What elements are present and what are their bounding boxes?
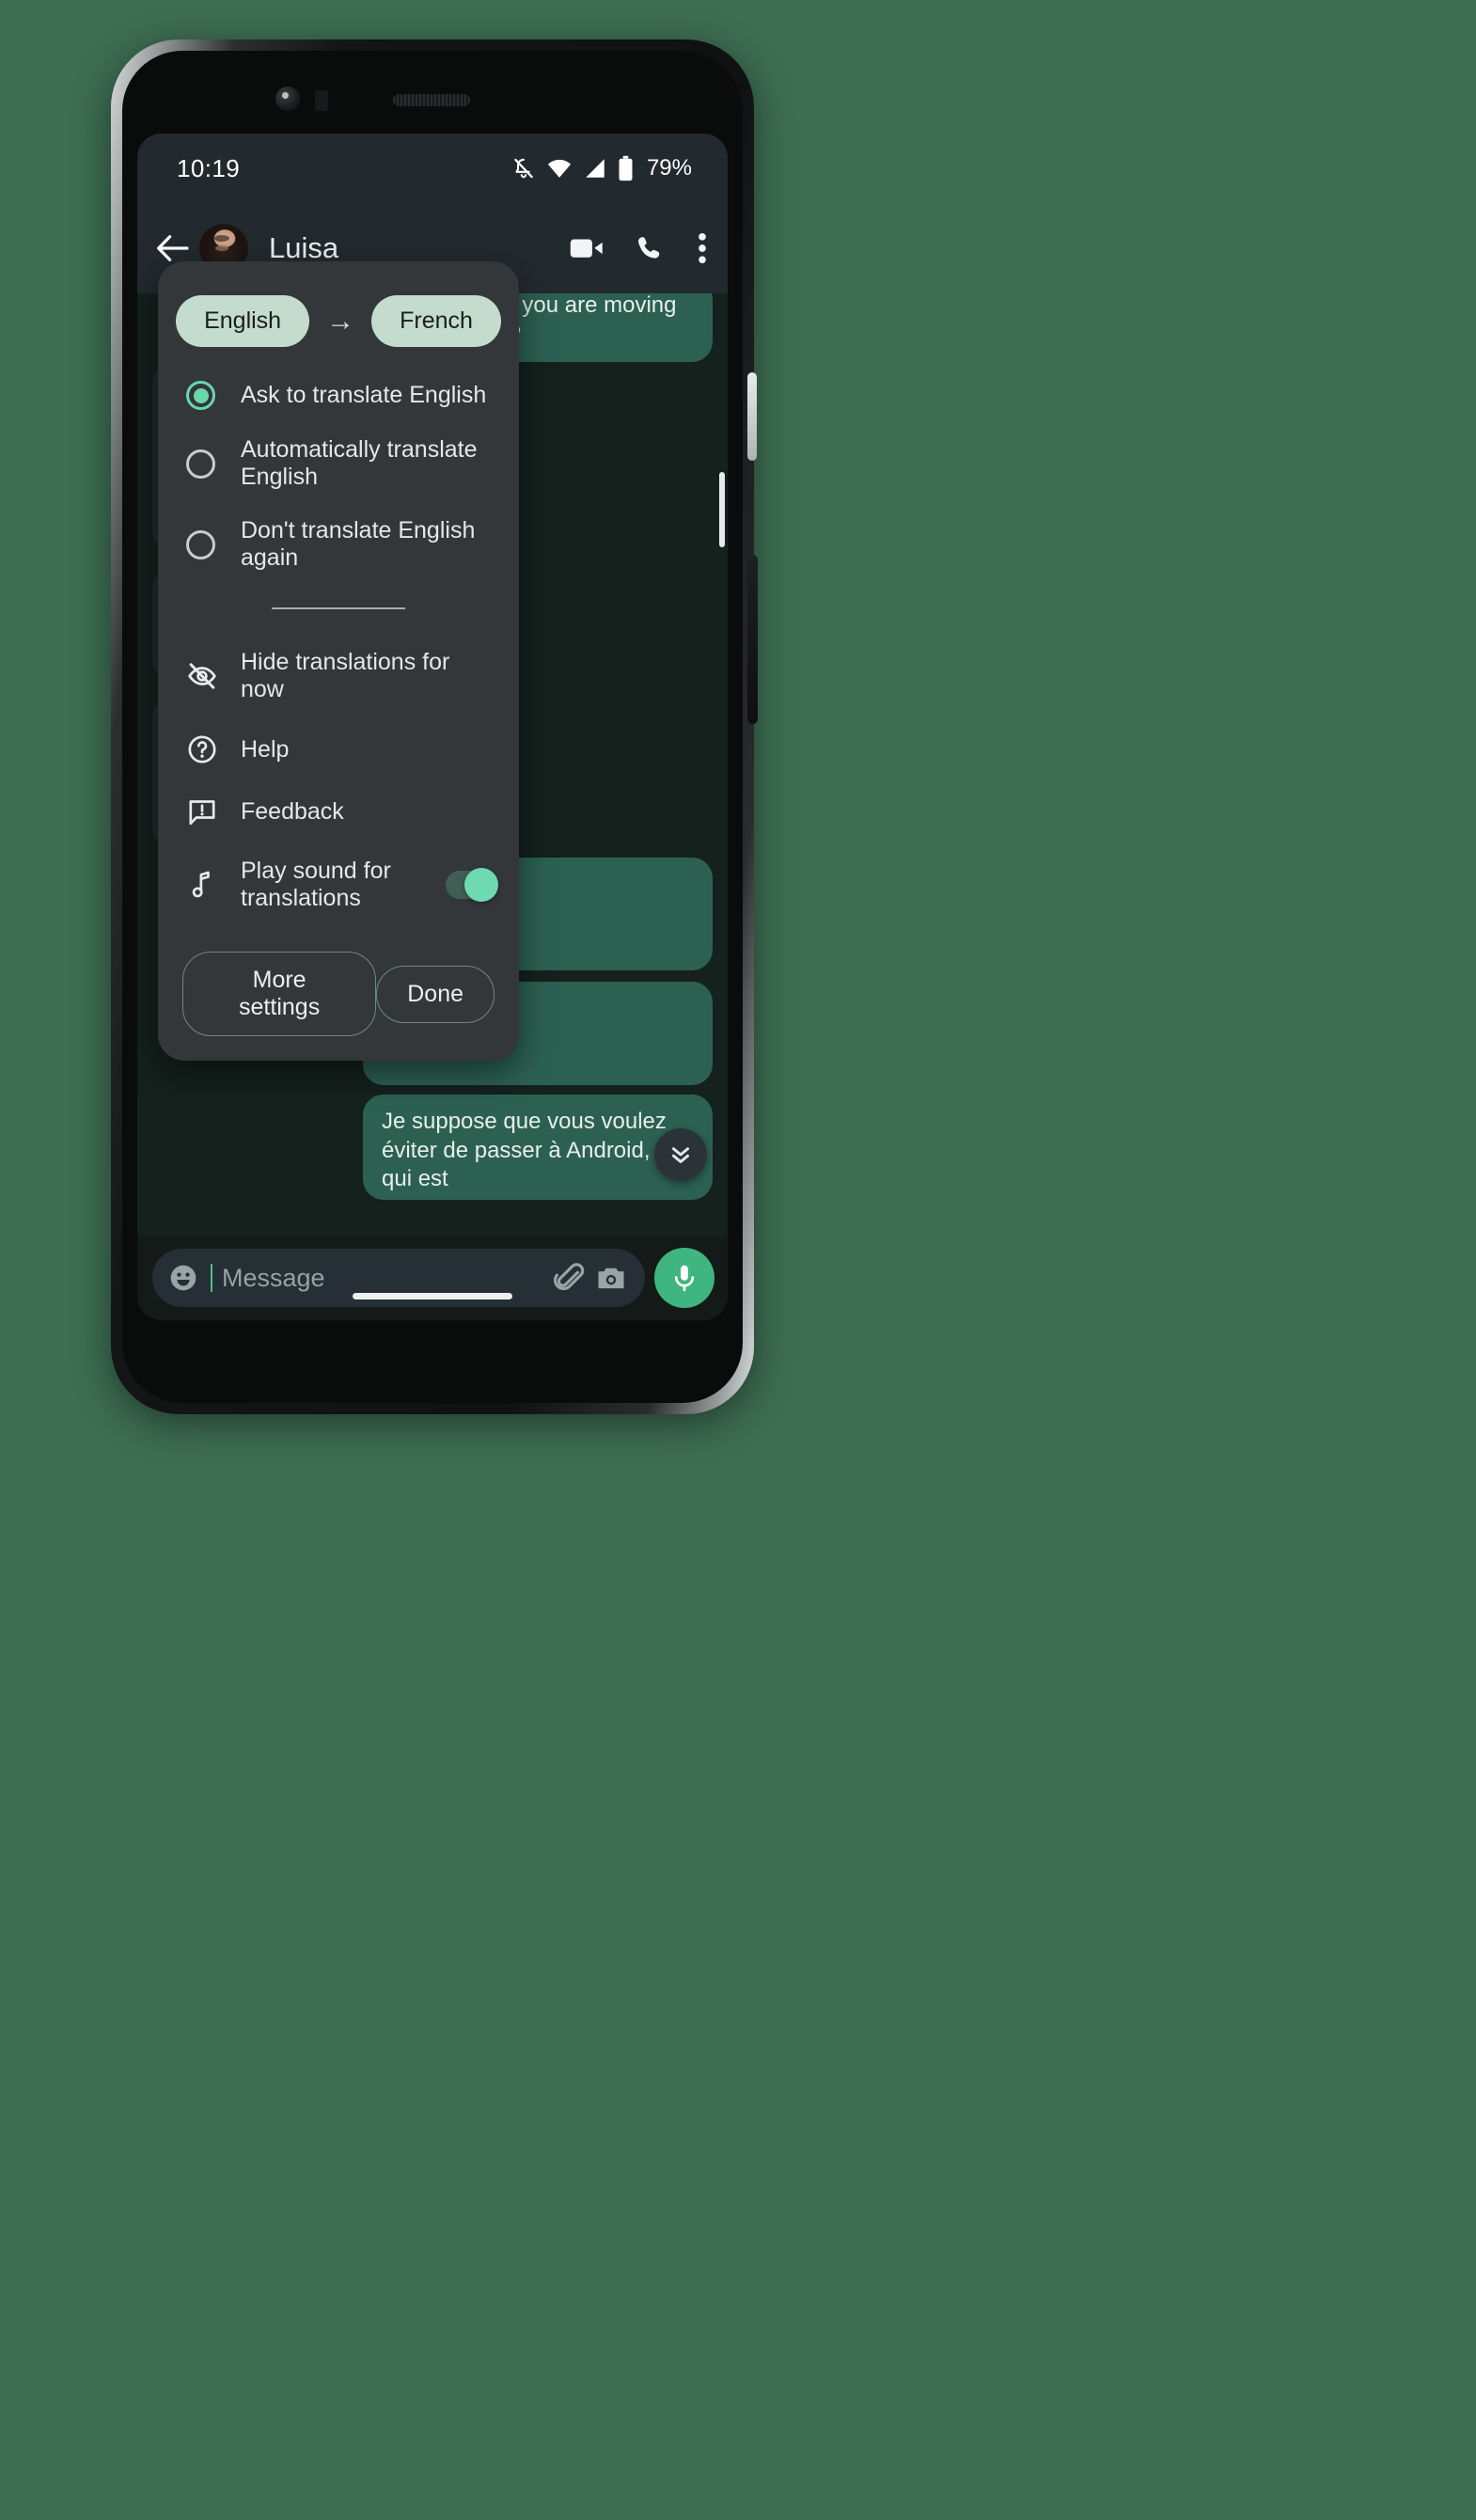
source-language-chip[interactable]: English bbox=[176, 295, 310, 347]
power-button[interactable] bbox=[747, 555, 758, 724]
done-button[interactable]: Done bbox=[376, 965, 495, 1023]
radio-option-dont-translate-again[interactable]: Don't translate English again bbox=[158, 504, 519, 585]
scroll-to-bottom-button[interactable] bbox=[654, 1128, 707, 1181]
toggle-knob bbox=[464, 868, 498, 902]
music-note-icon bbox=[186, 869, 218, 901]
chat-bubble-text: Je suppose que vous voulez éviter de pas… bbox=[382, 1109, 681, 1192]
message-composer: Message bbox=[137, 1236, 728, 1320]
feedback-bubble-icon bbox=[186, 795, 218, 827]
more-settings-button[interactable]: More settings bbox=[182, 952, 377, 1036]
menu-item-play-sound[interactable]: Play sound for translations bbox=[158, 843, 519, 927]
cell-signal-icon bbox=[586, 159, 605, 178]
phone-screen: I see. I take it you are moving to an iP… bbox=[137, 134, 728, 1320]
play-sound-toggle[interactable] bbox=[446, 868, 498, 902]
video-call-icon[interactable] bbox=[570, 236, 604, 260]
eye-off-icon bbox=[186, 660, 218, 692]
radio-option-label: Ask to translate English bbox=[241, 382, 487, 408]
target-language-chip[interactable]: French bbox=[371, 295, 501, 347]
back-arrow-icon bbox=[157, 235, 189, 261]
proximity-sensor-icon bbox=[315, 90, 328, 111]
front-camera-icon bbox=[275, 87, 300, 111]
wifi-icon bbox=[547, 159, 572, 178]
radio-button-selected[interactable] bbox=[186, 381, 215, 410]
radio-option-automatically-translate[interactable]: Automatically translate English bbox=[158, 423, 519, 504]
radio-button[interactable] bbox=[186, 529, 215, 559]
battery-percent-label: 79% bbox=[646, 155, 692, 181]
radio-option-label: Don't translate English again bbox=[241, 517, 476, 571]
status-bar-icons: 79% bbox=[511, 155, 692, 181]
chat-scrollbar[interactable] bbox=[719, 472, 725, 547]
paperclip-icon[interactable] bbox=[553, 1261, 587, 1295]
status-bar-time: 10:19 bbox=[177, 153, 241, 182]
overflow-menu-icon[interactable] bbox=[698, 232, 707, 264]
back-button[interactable] bbox=[152, 234, 194, 262]
app-bar-actions bbox=[570, 232, 707, 264]
menu-item-label: Play sound for translations bbox=[241, 858, 391, 911]
menu-item-label: Feedback bbox=[241, 797, 344, 825]
dialog-divider bbox=[272, 607, 405, 609]
menu-item-label: Help bbox=[241, 735, 290, 763]
voice-call-icon[interactable] bbox=[636, 233, 666, 263]
battery-icon bbox=[619, 155, 633, 181]
radio-option-ask-to-translate[interactable]: Ask to translate English bbox=[158, 368, 519, 423]
notifications-off-icon bbox=[514, 158, 533, 179]
earpiece-speaker bbox=[393, 94, 470, 106]
menu-item-feedback[interactable]: Feedback bbox=[158, 780, 519, 843]
microphone-icon bbox=[674, 1265, 695, 1292]
emoji-smiley-icon[interactable] bbox=[167, 1262, 199, 1294]
radio-button[interactable] bbox=[186, 449, 215, 479]
message-input-placeholder: Message bbox=[222, 1263, 325, 1292]
screenshot-root: I see. I take it you are moving to an iP… bbox=[0, 0, 1476, 2520]
menu-item-help[interactable]: Help bbox=[158, 718, 519, 780]
dialog-button-row: More settings Done bbox=[158, 927, 519, 1040]
translate-settings-dialog: English → French Ask to translate Englis… bbox=[158, 261, 519, 1061]
voice-message-button[interactable] bbox=[654, 1248, 714, 1308]
help-circle-icon bbox=[186, 733, 218, 765]
arrow-right-icon: → bbox=[326, 305, 355, 337]
radio-option-label: Automatically translate English bbox=[241, 436, 478, 490]
page-title: Luisa bbox=[269, 231, 339, 264]
language-pair-row: English → French bbox=[158, 282, 519, 368]
menu-item-label: Hide translations for now bbox=[241, 649, 450, 702]
menu-item-hide-translations[interactable]: Hide translations for now bbox=[158, 634, 519, 718]
text-cursor bbox=[211, 1264, 212, 1292]
navigation-gesture-bar[interactable] bbox=[353, 1293, 512, 1299]
double-chevron-down-icon bbox=[672, 1147, 689, 1163]
status-bar: 10:19 79% bbox=[137, 134, 728, 203]
volume-button[interactable] bbox=[747, 372, 757, 461]
camera-icon[interactable] bbox=[594, 1261, 628, 1295]
